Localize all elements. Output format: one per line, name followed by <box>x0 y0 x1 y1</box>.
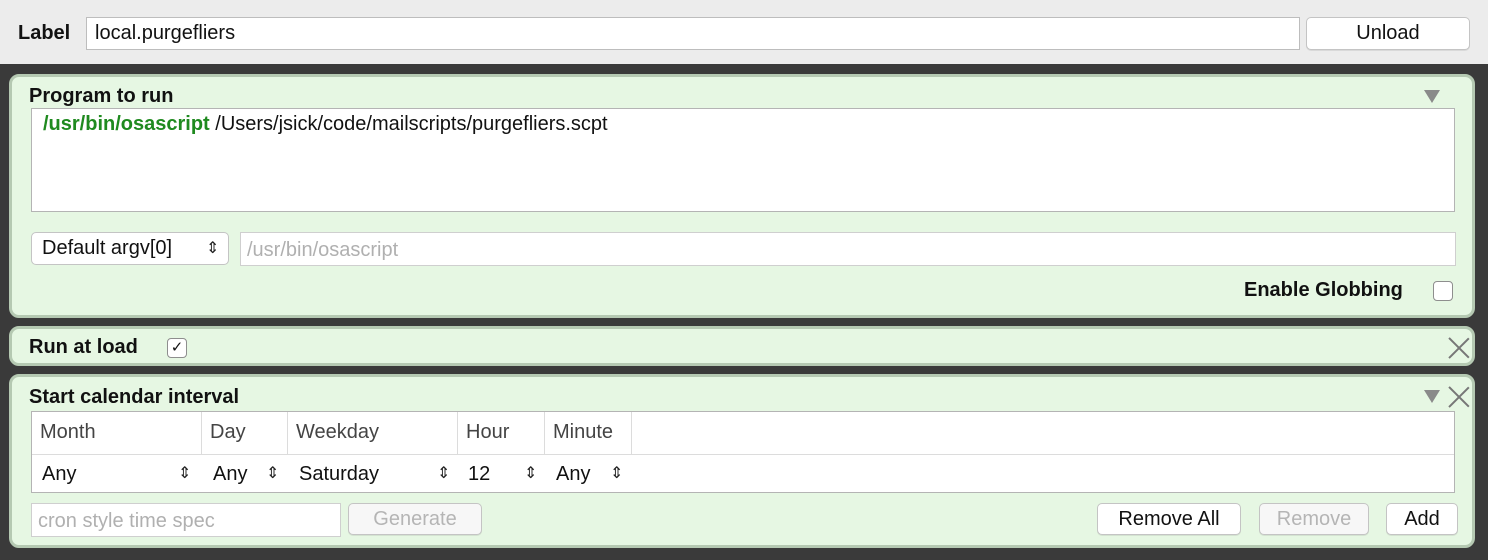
calendar-panel-title: Start calendar interval <box>29 386 240 408</box>
minute-value[interactable]: Any <box>556 455 590 493</box>
close-icon[interactable] <box>1448 386 1470 408</box>
run-at-load-panel: Run at load ✓ <box>9 326 1475 366</box>
label-title: Label <box>18 22 71 44</box>
chevron-updown-icon[interactable]: ⇕ <box>178 455 191 493</box>
chevron-updown-icon: ⇕ <box>206 240 220 257</box>
weekday-value[interactable]: Saturday <box>299 455 379 493</box>
argv-popup[interactable]: Default argv[0] ⇕ <box>31 232 229 265</box>
remove-all-button[interactable]: Remove All <box>1097 503 1241 535</box>
globbing-checkbox[interactable] <box>1433 281 1453 301</box>
label-bar: Label local.purgefliers Unload <box>0 0 1488 64</box>
argv0-field[interactable]: /usr/bin/osascript <box>240 232 1456 266</box>
column-header-hour[interactable]: Hour <box>458 412 545 454</box>
run-at-load-checkbox[interactable]: ✓ <box>167 338 187 358</box>
column-header-minute[interactable]: Minute <box>545 412 632 454</box>
column-header-month[interactable]: Month <box>32 412 202 454</box>
calendar-panel: Start calendar interval Month Day Weekda… <box>9 374 1475 548</box>
program-panel-title: Program to run <box>29 85 174 107</box>
collapse-triangle-icon[interactable] <box>1424 90 1440 103</box>
calendar-table: Month Day Weekday Hour Minute Any ⇕ Any … <box>31 411 1455 493</box>
month-value[interactable]: Any <box>42 455 76 493</box>
add-button[interactable]: Add <box>1386 503 1458 535</box>
run-at-load-title: Run at load <box>29 336 138 358</box>
remove-button[interactable]: Remove <box>1259 503 1369 535</box>
chevron-updown-icon[interactable]: ⇕ <box>610 455 623 493</box>
chevron-updown-icon[interactable]: ⇕ <box>266 455 279 493</box>
close-icon[interactable] <box>1448 337 1470 359</box>
column-header-weekday[interactable]: Weekday <box>288 412 458 454</box>
generate-button[interactable]: Generate <box>348 503 482 535</box>
chevron-updown-icon[interactable]: ⇕ <box>437 455 450 493</box>
chevron-updown-icon[interactable]: ⇕ <box>524 455 537 493</box>
hour-value[interactable]: 12 <box>468 455 490 493</box>
program-panel: Program to run /usr/bin/osascript /Users… <box>9 74 1475 318</box>
argv-popup-label: Default argv[0] <box>42 237 173 259</box>
day-value[interactable]: Any <box>213 455 247 493</box>
collapse-triangle-icon[interactable] <box>1424 390 1440 403</box>
column-header-day[interactable]: Day <box>202 412 288 454</box>
program-command-field[interactable]: /usr/bin/osascript /Users/jsick/code/mai… <box>31 108 1455 212</box>
program-args: /Users/jsick/code/mailscripts/purgeflier… <box>209 113 608 135</box>
label-input[interactable]: local.purgefliers <box>86 17 1300 50</box>
program-exec-path: /usr/bin/osascript <box>43 113 210 135</box>
cron-input[interactable]: cron style time spec <box>31 503 341 537</box>
unload-button[interactable]: Unload <box>1306 17 1470 50</box>
globbing-label: Enable Globbing <box>1244 279 1403 301</box>
